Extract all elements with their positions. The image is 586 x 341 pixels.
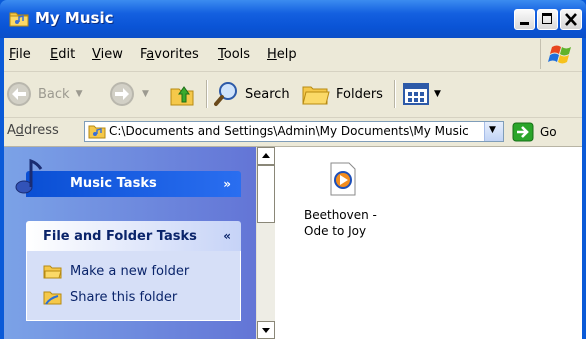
folders-button[interactable]: Folders	[301, 78, 383, 110]
minimize-button[interactable]	[514, 9, 535, 30]
music-folder-icon	[88, 125, 106, 139]
forward-dropdown-icon[interactable]: ▼	[142, 89, 149, 99]
menu-tools[interactable]: Tools	[218, 47, 250, 62]
menu-edit[interactable]: Edit	[50, 47, 75, 62]
close-button[interactable]	[560, 9, 582, 30]
menu-view[interactable]: View	[92, 47, 123, 62]
menu-file[interactable]: File	[9, 47, 31, 62]
windows-flag-icon	[548, 45, 571, 64]
toolbar-separator	[206, 80, 207, 108]
views-grid-icon	[403, 83, 429, 105]
menu-bar: File Edit View Favorites Tools Help	[0, 38, 586, 72]
scroll-down-button[interactable]	[257, 321, 275, 339]
arrow-up-icon	[262, 153, 270, 158]
content-area: Music Tasks » File and Folder Tasks « Ma…	[4, 147, 582, 339]
maximize-button[interactable]	[537, 9, 558, 30]
address-bar: Address C:\Documents and Settings\Admin\…	[0, 118, 586, 147]
share-folder-link[interactable]: Share this folder	[43, 289, 177, 305]
window-border-left	[0, 38, 4, 339]
file-folder-tasks-header[interactable]: File and Folder Tasks «	[26, 221, 241, 251]
back-arrow-icon	[7, 82, 31, 106]
search-label: Search	[245, 86, 290, 102]
chevron-down-icon: ▼	[489, 125, 496, 135]
toolbar-separator	[394, 80, 395, 108]
address-dropdown-button[interactable]: ▼	[484, 122, 503, 141]
scroll-thumb[interactable]	[257, 165, 275, 223]
go-arrow-icon	[512, 122, 534, 142]
explorer-window: My Music File Edit View Favorites Tools …	[0, 0, 586, 339]
go-label: Go	[540, 125, 557, 139]
task-pane: Music Tasks » File and Folder Tasks « Ma…	[4, 147, 256, 339]
address-input[interactable]: C:\Documents and Settings\Admin\My Docum…	[84, 121, 504, 142]
search-button[interactable]: Search	[214, 78, 290, 110]
new-folder-icon	[43, 265, 62, 279]
up-folder-button[interactable]	[168, 78, 196, 110]
up-folder-icon	[170, 86, 194, 106]
file-folder-tasks-list: Make a new folder Share this folder	[26, 251, 241, 321]
file-folder-tasks-title: File and Folder Tasks	[43, 229, 197, 244]
views-button[interactable]: ▼	[402, 78, 441, 110]
address-value: C:\Documents and Settings\Admin\My Docum…	[109, 124, 469, 138]
address-label: Address	[7, 123, 59, 138]
title-bar[interactable]: My Music	[0, 0, 586, 38]
back-label: Back	[38, 86, 70, 102]
vertical-scrollbar[interactable]	[256, 147, 275, 339]
folders-icon	[302, 86, 330, 105]
music-folder-icon	[9, 12, 29, 27]
music-note-icon	[15, 158, 43, 194]
scroll-up-button[interactable]	[257, 147, 275, 165]
media-file-icon	[330, 162, 356, 196]
forward-button[interactable]: ▼	[108, 78, 149, 110]
make-new-folder-link[interactable]: Make a new folder	[43, 263, 189, 279]
views-dropdown-icon[interactable]: ▼	[434, 89, 441, 99]
windows-logo	[540, 39, 581, 69]
arrow-down-icon	[262, 328, 270, 333]
search-icon	[214, 82, 237, 106]
file-name: Beethoven - Ode to Joy	[304, 208, 377, 238]
forward-arrow-icon	[110, 82, 134, 106]
share-folder-icon	[43, 291, 62, 305]
menu-favorites[interactable]: Favorites	[140, 47, 199, 62]
chevron-down-icon[interactable]: »	[223, 177, 231, 191]
chevron-up-icon[interactable]: «	[223, 229, 231, 243]
back-button[interactable]: Back ▼	[5, 78, 82, 110]
window-border-right	[582, 38, 586, 339]
toolbar: Back ▼ ▼ Search Folders ▼	[0, 72, 586, 118]
music-tasks-header[interactable]: Music Tasks »	[15, 158, 241, 197]
music-tasks-title: Music Tasks	[70, 176, 157, 191]
menu-help[interactable]: Help	[267, 47, 297, 62]
back-dropdown-icon[interactable]: ▼	[76, 89, 83, 99]
close-icon	[565, 13, 577, 26]
window-title: My Music	[35, 9, 114, 27]
go-button[interactable]: Go	[512, 122, 557, 142]
folders-label: Folders	[336, 86, 383, 102]
